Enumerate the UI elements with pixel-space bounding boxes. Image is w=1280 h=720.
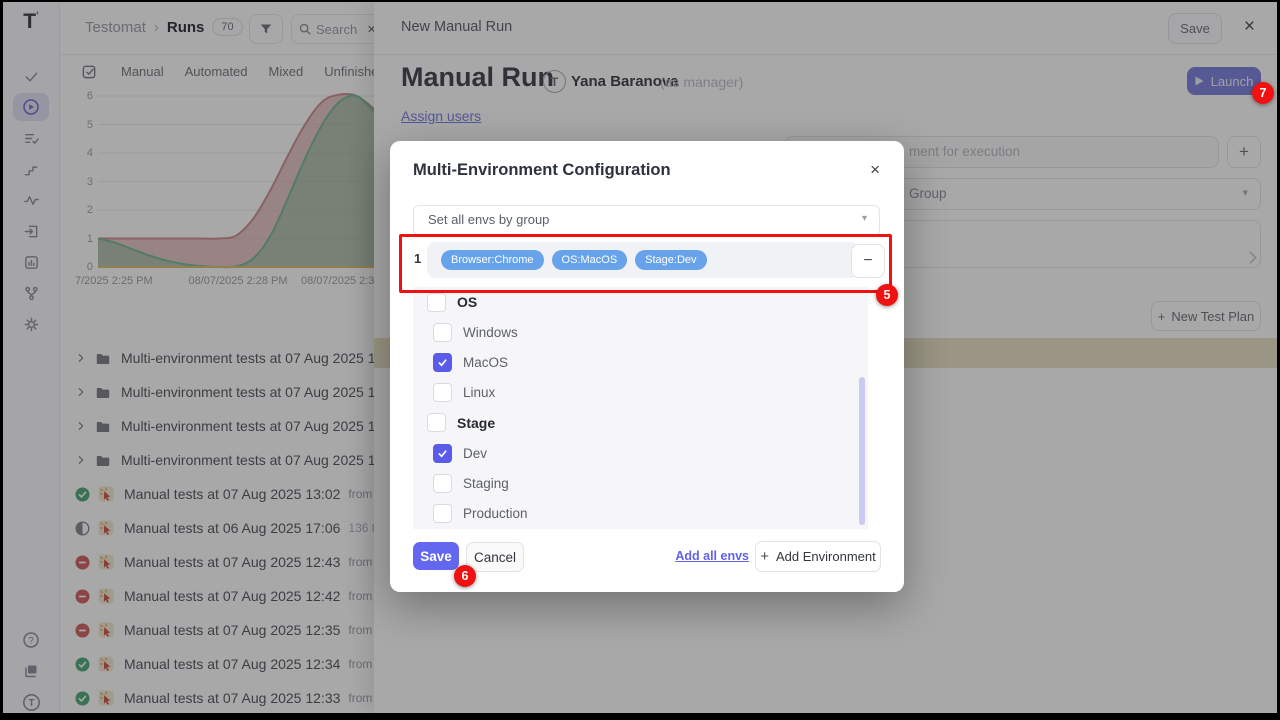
multi-environment-modal: Multi-Environment Configuration × Set al… [390, 141, 904, 592]
checkbox-staging[interactable] [433, 474, 452, 493]
checkbox-dev[interactable] [433, 444, 452, 463]
modal-cancel-button[interactable]: Cancel [466, 542, 524, 572]
option-row-stage: Stage [413, 408, 868, 438]
checkbox-os[interactable] [427, 293, 446, 312]
annotation-rectangle [399, 234, 892, 293]
options-scrollbar[interactable] [859, 377, 865, 525]
option-row-linux: Linux [413, 378, 868, 408]
add-all-envs-link[interactable]: Add all envs [675, 549, 749, 563]
modal-title: Multi-Environment Configuration [413, 161, 671, 180]
add-environment-button[interactable]: + Add Environment [755, 541, 881, 572]
modal-save-button[interactable]: Save [413, 542, 459, 570]
annotation-badge-6: 6 [454, 565, 476, 587]
checkbox-windows[interactable] [433, 323, 452, 342]
option-label: Linux [463, 385, 495, 400]
option-row-dev: Dev [413, 438, 868, 468]
option-row-staging: Staging [413, 468, 868, 498]
modal-close-icon[interactable]: × [870, 160, 880, 180]
envs-group-select[interactable]: Set all envs by group ▾ [413, 205, 880, 236]
annotation-badge-5: 5 [876, 284, 898, 306]
option-label: Staging [463, 476, 509, 491]
plus-icon: + [760, 548, 769, 565]
option-row-windows: Windows [413, 317, 868, 347]
option-label: Dev [463, 446, 487, 461]
option-row-macos: MacOS [413, 347, 868, 377]
option-row-production: Production [413, 498, 868, 528]
option-label: Windows [463, 325, 518, 340]
envs-group-placeholder: Set all envs by group [428, 212, 549, 227]
checkbox-production[interactable] [433, 504, 452, 523]
checkbox-macos[interactable] [433, 353, 452, 372]
option-label: Stage [457, 415, 495, 431]
annotation-badge-7: 7 [1252, 82, 1274, 104]
option-label: Production [463, 506, 528, 521]
environment-options-panel: OS Windows MacOS Linux Stage Dev Staging Produc… [413, 287, 868, 529]
checkbox-linux[interactable] [433, 383, 452, 402]
option-label: MacOS [463, 355, 508, 370]
option-label: OS [457, 294, 477, 310]
checkbox-stage[interactable] [427, 413, 446, 432]
app-screen: Testomat › Runs 70 Search × T' ?T Manual… [3, 2, 1277, 713]
chevron-down-icon: ▾ [862, 213, 867, 224]
